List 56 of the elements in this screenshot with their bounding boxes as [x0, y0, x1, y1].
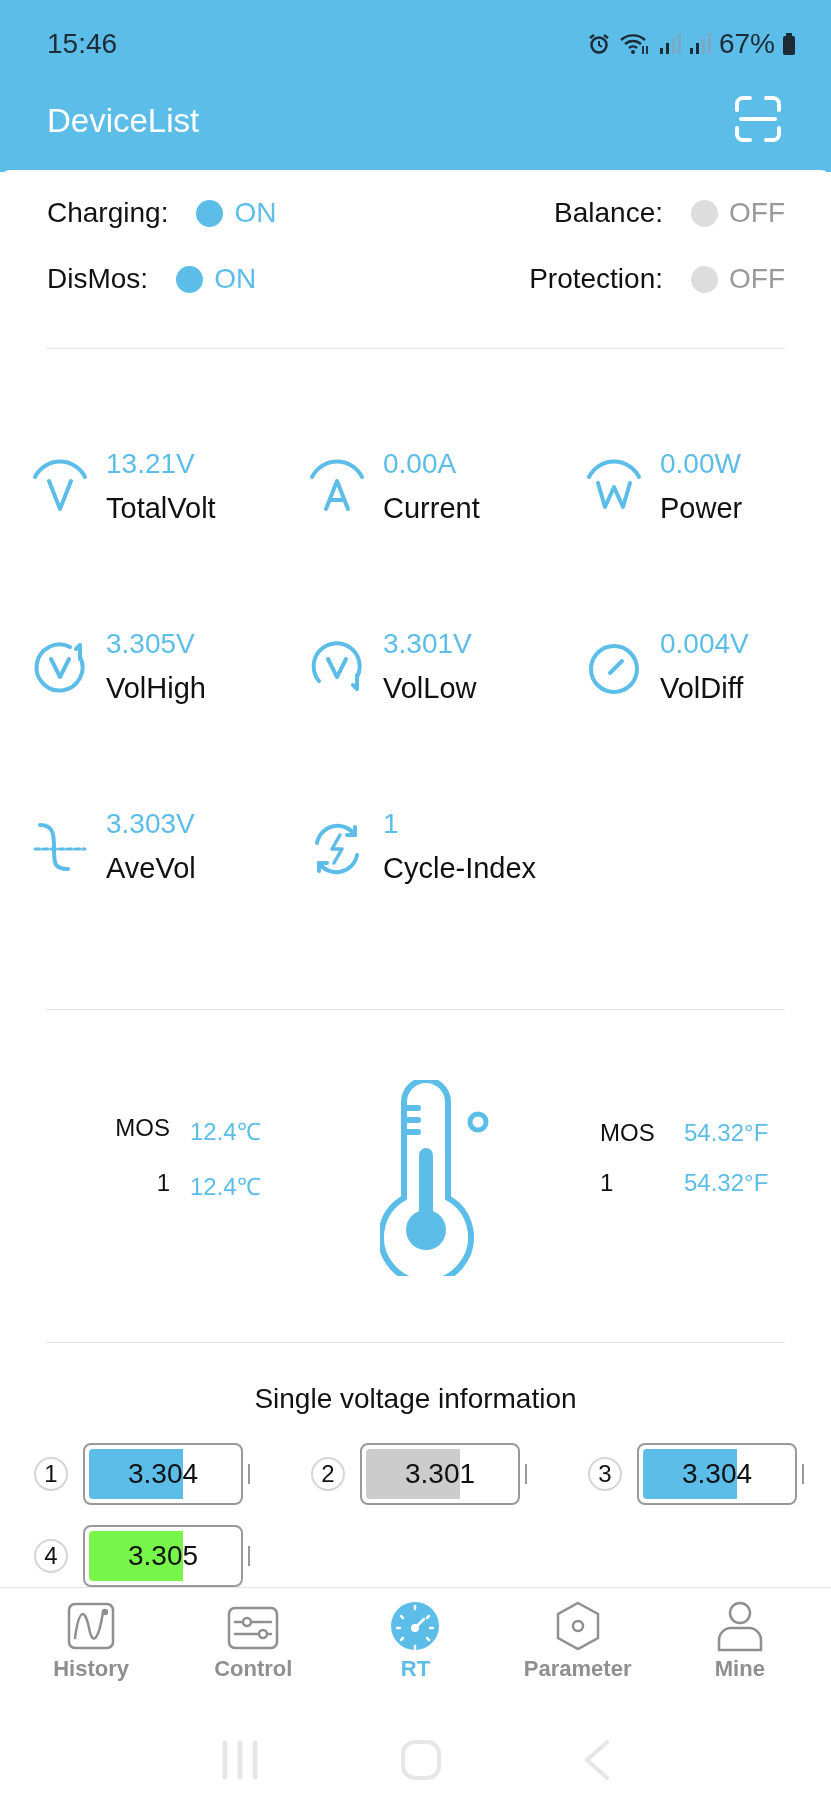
battery-icon — [783, 33, 795, 55]
metric-label: VolDiff — [660, 671, 745, 706]
back-icon[interactable] — [582, 1739, 611, 1781]
metric-label: Cycle-Index — [383, 851, 537, 886]
section-title: Single voltage information — [253, 1383, 578, 1415]
sensor-label: 1 — [155, 1169, 170, 1198]
temperature-value: 54.32°F — [684, 1119, 770, 1147]
signal-icon — [688, 32, 711, 56]
recent-apps-icon[interactable] — [220, 1740, 259, 1780]
metric-value: 1 — [383, 807, 400, 841]
nav-tab[interactable]: Mine — [664, 1600, 815, 1710]
metric-value: 3.303V — [106, 807, 196, 841]
battery-percentage: 67% — [718, 28, 775, 60]
nav-tab[interactable]: Parameter — [502, 1600, 653, 1710]
nav-tab[interactable]: History — [16, 1600, 167, 1710]
sensor-label: MOS — [114, 1114, 170, 1143]
status-label: Protection: — [529, 263, 663, 295]
thermometer-icon — [380, 1080, 490, 1276]
metric-label: AveVol — [106, 851, 196, 886]
status-value: OFF — [729, 197, 785, 229]
metric-label: Power — [660, 491, 743, 526]
status-label: Balance: — [554, 197, 663, 229]
nav-tab[interactable]: Control — [178, 1600, 329, 1710]
home-icon[interactable] — [399, 1739, 442, 1781]
metric-label: VolHigh — [106, 671, 206, 706]
metric-value: 3.301V — [383, 627, 473, 661]
cell-number: 4 — [34, 1539, 68, 1573]
sensor-label: MOS — [600, 1119, 656, 1147]
nav-tab[interactable]: RT — [340, 1600, 491, 1710]
signal-icon — [658, 32, 681, 56]
metric-label: Current — [383, 491, 480, 526]
metric-value: 13.21V — [106, 447, 196, 481]
temperature-value: 54.32°F — [684, 1169, 770, 1197]
status-label: Charging: — [47, 197, 169, 229]
cell-number: 2 — [311, 1457, 345, 1491]
status-value: OFF — [729, 263, 785, 295]
app-title: DeviceList — [47, 102, 200, 140]
temperature-value: 12.4℃ — [190, 1172, 262, 1202]
sensor-label: 1 — [600, 1169, 615, 1197]
cell-number: 1 — [34, 1457, 68, 1491]
metric-label: TotalVolt — [106, 491, 216, 526]
gauge-icon — [389, 1600, 442, 1652]
status-value: ON — [234, 197, 278, 229]
temperature-value: 12.4℃ — [190, 1117, 262, 1147]
scan-icon[interactable] — [735, 96, 781, 142]
metric-value: 3.305V — [106, 627, 196, 661]
wifi-icon — [618, 32, 651, 56]
status-time: 15:46 — [47, 28, 118, 60]
cell-number: 3 — [588, 1457, 622, 1491]
metric-value: 0.004V — [660, 627, 749, 661]
status-value: ON — [214, 263, 258, 295]
status-label: DisMos: — [47, 263, 149, 295]
cell-voltage: 3.301 — [403, 1458, 477, 1490]
metric-label: VolLow — [383, 671, 477, 706]
metric-value: 0.00W — [660, 447, 742, 481]
metric-value: 0.00A — [383, 447, 458, 481]
